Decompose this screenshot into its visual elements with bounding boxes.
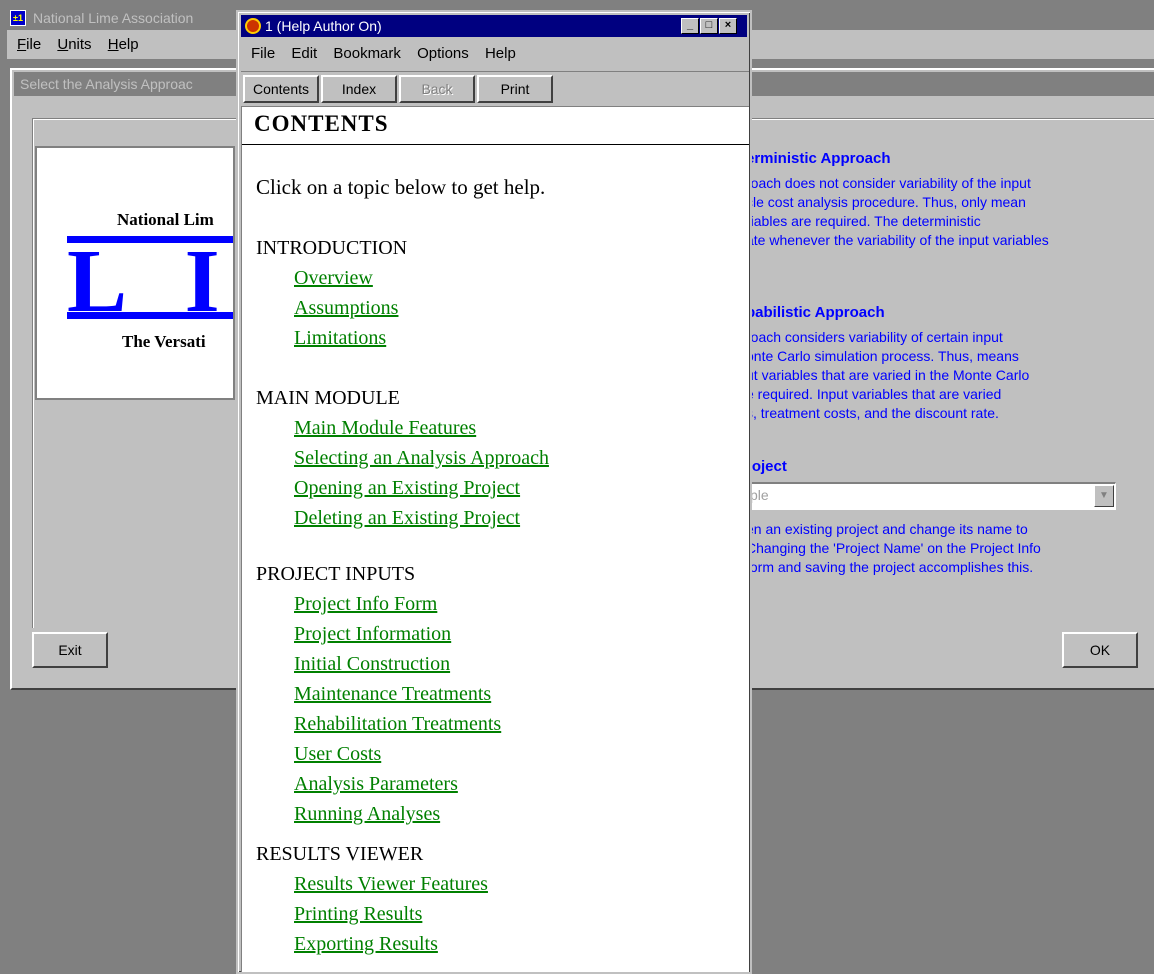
help-intro-text: Click on a topic below to get help.	[256, 175, 546, 199]
project-select-value: ple	[750, 487, 769, 503]
project-select[interactable]: ple ▼	[746, 482, 1116, 510]
app-menu-units[interactable]: Units	[57, 30, 91, 60]
topic-link[interactable]: Limitations	[294, 327, 386, 350]
exit-button[interactable]: Exit	[32, 632, 108, 668]
topic-link[interactable]: Opening an Existing Project	[294, 477, 520, 500]
logo-letters: L I I	[67, 232, 235, 331]
topic-link[interactable]: Exporting Results	[294, 933, 438, 956]
lime-logo: National Lim L I I The Versati	[35, 146, 235, 400]
topic-link[interactable]: Project Information	[294, 623, 451, 646]
section-title-results-viewer: RESULTS VIEWER	[256, 843, 424, 865]
back-button[interactable]: Back	[399, 75, 475, 103]
contents-heading: CONTENTS	[254, 111, 389, 136]
topic-link[interactable]: Results Viewer Features	[294, 873, 488, 896]
help-toolbar: Contents Index Back Print	[241, 71, 749, 103]
app-title: National Lime Association	[33, 10, 194, 26]
deterministic-description: roach does not consider variability of t…	[746, 175, 1049, 248]
probabilistic-heading[interactable]: babilistic Approach	[746, 304, 885, 321]
help-menu-options[interactable]: Options	[417, 39, 469, 69]
section-title-project-inputs: PROJECT INPUTS	[256, 563, 416, 585]
app-menu-help[interactable]: Help	[108, 30, 139, 60]
ok-button[interactable]: OK	[1062, 632, 1138, 668]
help-menu-edit[interactable]: Edit	[291, 39, 317, 69]
topic-link[interactable]: Rehabilitation Treatments	[294, 713, 501, 736]
chevron-down-icon[interactable]: ▼	[1094, 485, 1114, 507]
section-title-introduction: INTRODUCTION	[256, 237, 408, 259]
topic-link[interactable]: Printing Results	[294, 903, 422, 926]
help-title: 1 (Help Author On)	[265, 18, 382, 34]
heading-divider	[242, 144, 749, 145]
topic-link[interactable]: Project Info Form	[294, 593, 437, 616]
topic-link[interactable]: User Costs	[294, 743, 381, 766]
topic-link[interactable]: Initial Construction	[294, 653, 450, 676]
logo-bottom-text: The Versati	[122, 332, 206, 351]
topic-link[interactable]: Overview	[294, 267, 373, 290]
close-icon[interactable]: ×	[719, 18, 737, 34]
topic-link[interactable]: Selecting an Analysis Approach	[294, 447, 549, 470]
section-title-main-module: MAIN MODULE	[256, 387, 400, 409]
topic-link[interactable]: Running Analyses	[294, 803, 440, 826]
project-heading: roject	[746, 458, 787, 475]
topic-link[interactable]: Analysis Parameters	[294, 773, 458, 796]
topic-link[interactable]: Deleting an Existing Project	[294, 507, 520, 530]
help-menu-file[interactable]: File	[251, 39, 275, 69]
contents-button[interactable]: Contents	[243, 75, 319, 103]
deterministic-heading[interactable]: erministic Approach	[746, 150, 890, 167]
topic-link[interactable]: Main Module Features	[294, 417, 476, 440]
help-contents-page: CONTENTS Click on a topic below to get h…	[241, 106, 749, 972]
logo-top-text: National Lim	[117, 210, 214, 229]
minimize-icon[interactable]: _	[681, 18, 699, 34]
probabilistic-description: roach considers variability of certain i…	[746, 329, 1030, 421]
maximize-icon[interactable]: □	[700, 18, 718, 34]
help-titlebar[interactable]: 1 (Help Author On) _ □ ×	[241, 15, 747, 37]
app-logo-icon: ±1	[10, 10, 26, 26]
project-note: en an existing project and change its na…	[746, 521, 1041, 575]
print-button[interactable]: Print	[477, 75, 553, 103]
help-window: 1 (Help Author On) _ □ × File Edit Bookm…	[236, 10, 752, 974]
help-menubar: File Edit Bookmark Options Help	[241, 39, 747, 69]
index-button[interactable]: Index	[321, 75, 397, 103]
help-book-icon	[245, 18, 261, 34]
help-menu-bookmark[interactable]: Bookmark	[333, 39, 401, 69]
logo-bar-bottom	[67, 312, 233, 319]
topic-link[interactable]: Maintenance Treatments	[294, 683, 491, 706]
topic-link[interactable]: Assumptions	[294, 297, 398, 320]
help-menu-help[interactable]: Help	[485, 39, 516, 69]
app-menu-file[interactable]: File	[17, 30, 41, 60]
